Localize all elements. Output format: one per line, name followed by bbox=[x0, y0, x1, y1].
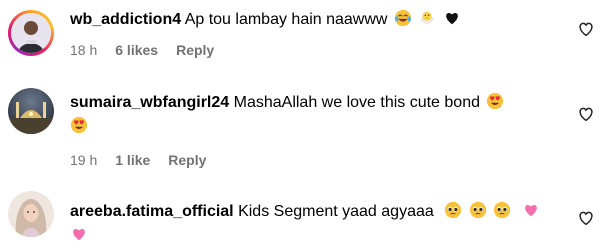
face-with-tears-of-joy-icon bbox=[394, 9, 412, 27]
comment-username[interactable]: wb_addiction4 bbox=[70, 11, 181, 28]
hatching-chick-icon bbox=[420, 11, 435, 24]
pleading-face-icon bbox=[469, 201, 486, 219]
heart-outline-icon[interactable] bbox=[577, 105, 595, 123]
avatar-mosque-photo-icon bbox=[8, 88, 54, 134]
avatar[interactable] bbox=[8, 10, 54, 56]
avatar[interactable] bbox=[8, 88, 54, 134]
comment-text: Kids Segment yaad agyaaa bbox=[238, 203, 434, 220]
avatar-portrait-icon bbox=[8, 191, 54, 237]
comment-item: areeba.fatima_official Kids Segment yaad… bbox=[0, 185, 607, 251]
comment-item: wb_addiction4 Ap tou lambay hain naawww bbox=[0, 0, 607, 70]
comment-item: sumaira_wbfangirl24 MashaAllah we love t… bbox=[0, 80, 607, 175]
comment-likes[interactable]: 6 likes bbox=[115, 41, 158, 59]
avatar[interactable] bbox=[8, 191, 54, 237]
comment-text: MashaAllah we love this cute bond bbox=[233, 94, 480, 111]
comment-text: Ap tou lambay hain naawww bbox=[184, 11, 388, 28]
smiling-face-with-heart-eyes-icon bbox=[487, 92, 504, 110]
pink-heart-icon bbox=[524, 205, 537, 217]
avatar-portrait-icon bbox=[11, 13, 51, 53]
comment-likes[interactable]: 1 like bbox=[115, 151, 150, 169]
black-heart-icon bbox=[445, 13, 458, 25]
reply-button[interactable]: Reply bbox=[168, 151, 206, 169]
heart-outline-icon[interactable] bbox=[577, 209, 595, 227]
pink-heart-icon bbox=[73, 229, 85, 241]
comment-timestamp: 19 h bbox=[70, 152, 98, 168]
pleading-face-icon bbox=[445, 201, 462, 219]
comment-timestamp: 18 h bbox=[70, 42, 98, 58]
smiling-face-with-heart-eyes-icon bbox=[70, 116, 88, 134]
heart-outline-icon[interactable] bbox=[577, 20, 595, 38]
comment-username[interactable]: sumaira_wbfangirl24 bbox=[70, 94, 229, 111]
reply-button[interactable]: Reply bbox=[176, 41, 214, 59]
comment-username[interactable]: areeba.fatima_official bbox=[70, 203, 234, 220]
pleading-face-icon bbox=[494, 201, 511, 219]
